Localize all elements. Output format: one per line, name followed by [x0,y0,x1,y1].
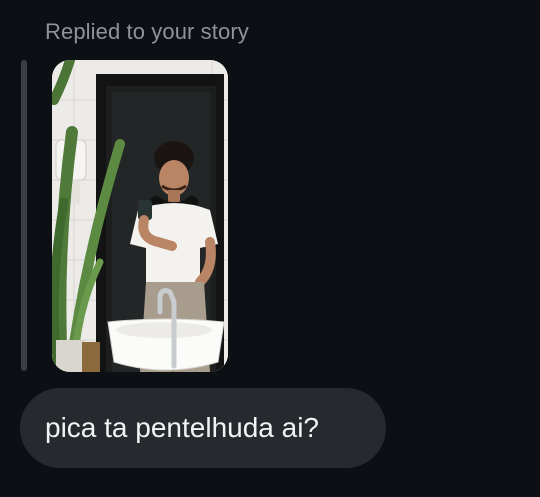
story-photo-icon [52,60,228,372]
reply-caption: Replied to your story [45,19,249,44]
story-thumbnail[interactable] [52,60,228,372]
message-text: pica ta pentelhuda ai? [45,412,319,443]
dm-thread: Replied to your story pica ta pentelhuda… [0,0,540,497]
message-bubble[interactable]: pica ta pentelhuda ai? [20,388,386,468]
reply-indicator-line [21,60,27,371]
